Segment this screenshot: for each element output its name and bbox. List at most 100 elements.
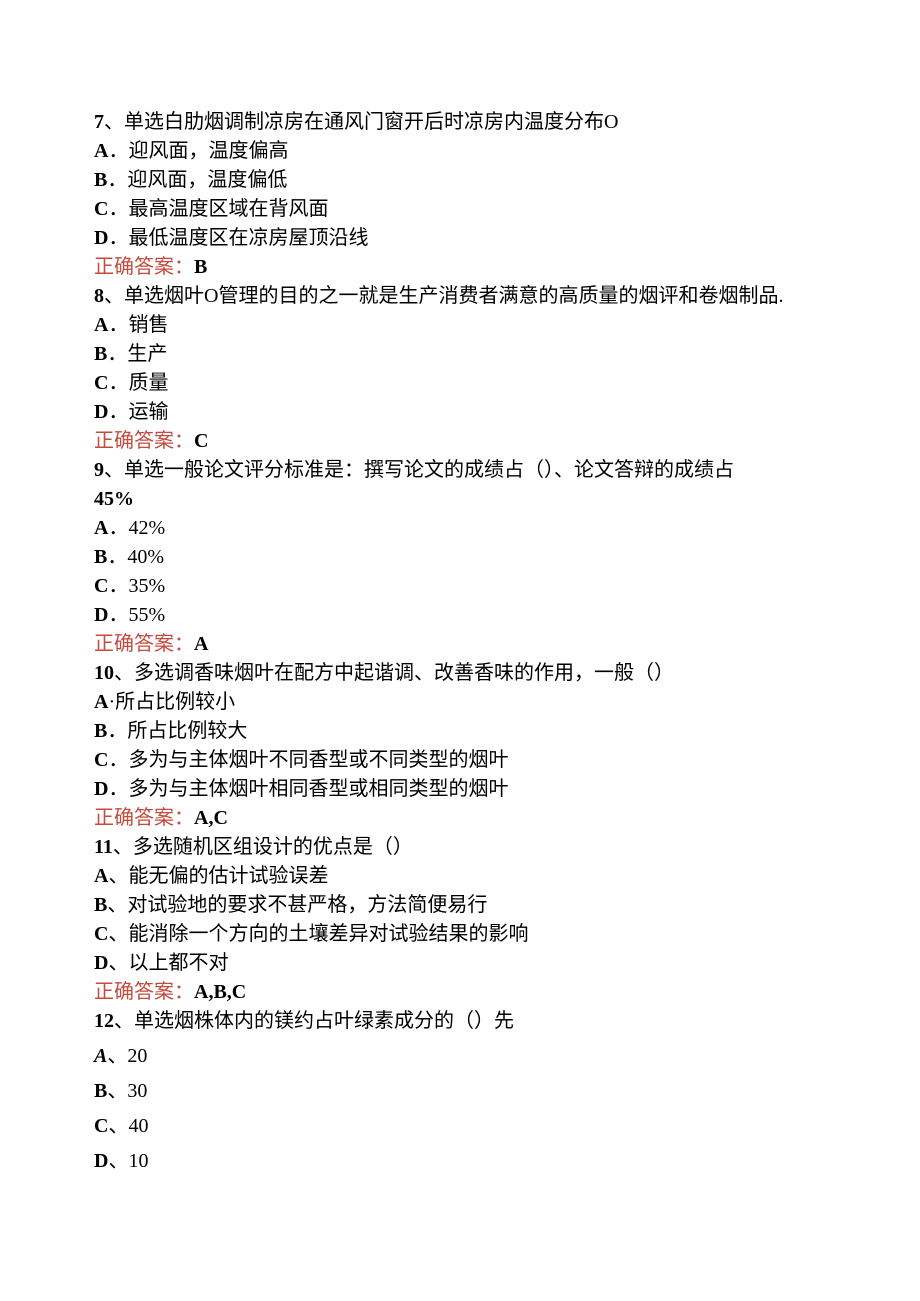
option-text: 40 xyxy=(128,1115,148,1137)
answer-line: 正确答案：B xyxy=(94,253,830,282)
option-label: B xyxy=(94,1080,107,1102)
option-line: D．运输 xyxy=(94,398,830,427)
option-separator: 、 xyxy=(108,1115,128,1137)
option-separator: ． xyxy=(108,401,128,423)
option-line: B．生产 xyxy=(94,340,830,369)
option-separator: ． xyxy=(108,372,128,394)
option-separator: ． xyxy=(108,778,128,800)
option-separator: ． xyxy=(107,720,127,742)
option-label: A xyxy=(94,865,108,887)
question-stem: 10、多选调香味烟叶在配方中起谐调、改善香味的作用，一般（） xyxy=(94,659,830,688)
option-label: A xyxy=(94,314,108,336)
question-text: 、单选一般论文评分标准是：撰写论文的成绩占（）、论文答辩的成绩占 xyxy=(104,459,734,481)
option-text: 迎风面，温度偏高 xyxy=(128,140,288,162)
option-text: 35% xyxy=(128,575,165,597)
question-stem-line2: 45% xyxy=(94,485,830,514)
option-label: A xyxy=(94,1045,107,1067)
option-label: C xyxy=(94,575,108,597)
option-label: C xyxy=(94,198,108,220)
option-separator: ． xyxy=(108,575,128,597)
document-page: 7、单选白肋烟调制凉房在通风门窗开后时凉房内温度分布OA．迎风面，温度偏高B．迎… xyxy=(0,0,920,1301)
option-separator: ． xyxy=(107,546,127,568)
question-stem: 9、单选一般论文评分标准是：撰写论文的成绩占（）、论文答辩的成绩占 xyxy=(94,456,830,485)
option-line: C．多为与主体烟叶不同香型或不同类型的烟叶 xyxy=(94,746,830,775)
answer-value: C xyxy=(194,430,208,452)
option-separator: 、 xyxy=(107,1080,127,1102)
option-text: 生产 xyxy=(127,343,167,365)
question-number: 7 xyxy=(94,111,104,133)
answer-label: 正确答案： xyxy=(94,256,194,278)
option-label: D xyxy=(94,952,108,974)
option-text: 以上都不对 xyxy=(128,952,228,974)
option-line: C、能消除一个方向的土壤差异对试验结果的影响 xyxy=(94,920,830,949)
option-line: D．55% xyxy=(94,601,830,630)
question-number: 8 xyxy=(94,285,104,307)
option-label: C xyxy=(94,923,108,945)
option-text: 20 xyxy=(127,1045,147,1067)
answer-line: 正确答案：C xyxy=(94,427,830,456)
option-text: 最高温度区域在背风面 xyxy=(128,198,328,220)
option-separator: ． xyxy=(107,169,127,191)
option-label: D xyxy=(94,227,108,249)
option-line: B、30 xyxy=(94,1077,830,1106)
option-text: 10 xyxy=(128,1150,148,1172)
option-separator: ． xyxy=(108,314,128,336)
option-label: D xyxy=(94,604,108,626)
option-text: 最低温度区在凉房屋顶沿线 xyxy=(128,227,368,249)
option-separator: 、 xyxy=(107,894,127,916)
option-label: C xyxy=(94,1115,108,1137)
option-label: B xyxy=(94,169,107,191)
option-line: B．40% xyxy=(94,543,830,572)
question-number: 9 xyxy=(94,459,104,481)
option-text: 30 xyxy=(127,1080,147,1102)
option-label: C xyxy=(94,372,108,394)
option-label: B xyxy=(94,546,107,568)
option-separator: 、 xyxy=(108,865,128,887)
option-label: C xyxy=(94,749,108,771)
option-separator: ． xyxy=(108,517,128,539)
option-label: D xyxy=(94,401,108,423)
option-line: A、20 xyxy=(94,1042,830,1071)
option-separator: 、 xyxy=(108,952,128,974)
answer-line: 正确答案：A,B,C xyxy=(94,978,830,1007)
question-text: 、多选随机区组设计的优点是（） xyxy=(113,836,413,858)
option-separator: ． xyxy=(108,198,128,220)
option-separator: ． xyxy=(108,604,128,626)
question-number: 12 xyxy=(94,1010,114,1032)
option-text: 42% xyxy=(128,517,165,539)
answer-line: 正确答案：A xyxy=(94,630,830,659)
option-separator: 、 xyxy=(107,1045,127,1067)
question-stem: 8、单选烟叶O管理的目的之一就是生产消费者满意的高质量的烟评和卷烟制品. xyxy=(94,282,830,311)
question-text: 、单选烟叶O管理的目的之一就是生产消费者满意的高质量的烟评和卷烟制品. xyxy=(104,285,783,307)
option-label: D xyxy=(94,1150,108,1172)
option-text: 多为与主体烟叶不同香型或不同类型的烟叶 xyxy=(128,749,508,771)
option-separator: 、 xyxy=(108,923,128,945)
question-stem: 11、多选随机区组设计的优点是（） xyxy=(94,833,830,862)
option-text: 对试验地的要求不甚严格，方法简便易行 xyxy=(127,894,487,916)
question-number: 11 xyxy=(94,836,113,858)
option-text: 多为与主体烟叶相同香型或相同类型的烟叶 xyxy=(128,778,508,800)
option-line: D、10 xyxy=(94,1147,830,1176)
option-text: 运输 xyxy=(128,401,168,423)
option-separator: ． xyxy=(108,227,128,249)
option-line: C．质量 xyxy=(94,369,830,398)
option-line: D．多为与主体烟叶相同香型或相同类型的烟叶 xyxy=(94,775,830,804)
option-separator: ． xyxy=(108,140,128,162)
answer-value: A,C xyxy=(194,807,228,829)
option-text: 销售 xyxy=(128,314,168,336)
option-label: B xyxy=(94,894,107,916)
option-text: 迎风面，温度偏低 xyxy=(127,169,287,191)
question-stem: 7、单选白肋烟调制凉房在通风门窗开后时凉房内温度分布O xyxy=(94,108,830,137)
option-line: B、对试验地的要求不甚严格，方法简便易行 xyxy=(94,891,830,920)
option-line: D．最低温度区在凉房屋顶沿线 xyxy=(94,224,830,253)
option-text: 能无偏的估计试验误差 xyxy=(128,865,328,887)
answer-label: 正确答案： xyxy=(94,633,194,655)
option-label: A xyxy=(94,140,108,162)
option-text: 40% xyxy=(127,546,164,568)
option-line: A．42% xyxy=(94,514,830,543)
answer-line: 正确答案：A,C xyxy=(94,804,830,833)
option-text: 所占比例较大 xyxy=(127,720,247,742)
option-label: D xyxy=(94,778,108,800)
answer-value: A xyxy=(194,633,208,655)
option-text: 质量 xyxy=(128,372,168,394)
